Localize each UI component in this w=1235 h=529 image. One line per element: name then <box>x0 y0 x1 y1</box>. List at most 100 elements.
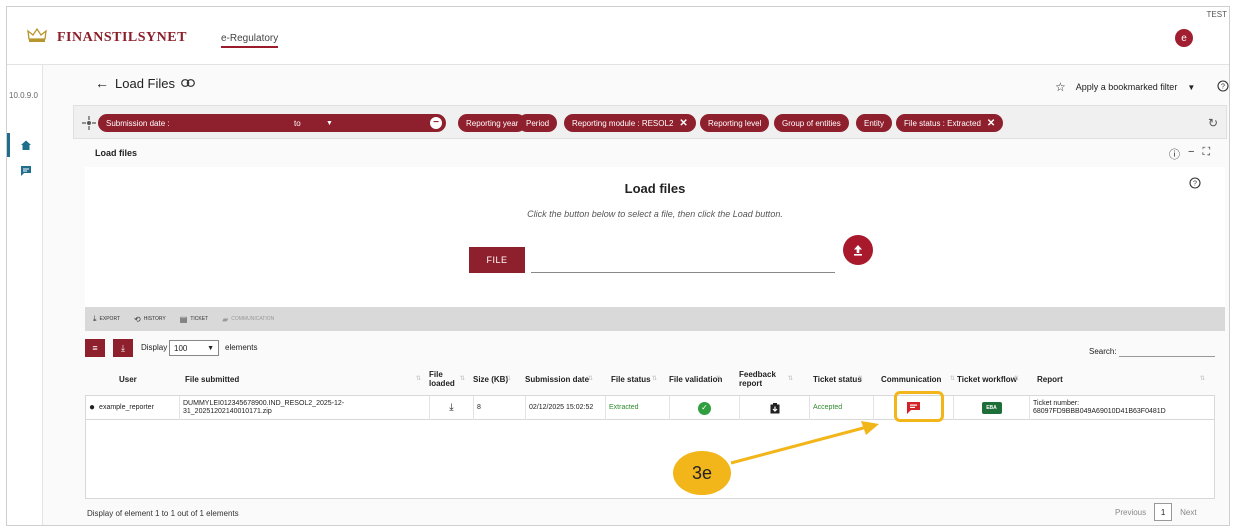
cell-user: ● example_reporter <box>86 396 180 420</box>
search-input[interactable] <box>1119 343 1215 357</box>
ticket-button[interactable]: ▤ Ticket <box>180 315 208 324</box>
remove-filter-icon[interactable]: − <box>430 117 442 129</box>
table-controls: ≡ ⤓ Display 100 ▼ elements Search: <box>85 339 1225 359</box>
refresh-icon[interactable]: ↻ <box>1208 116 1218 130</box>
cell-ticket-status: Accepted <box>810 396 874 420</box>
download-button[interactable]: ⤓ <box>113 339 133 357</box>
brand-name: FINANSTILSYNET <box>57 30 187 45</box>
history-button[interactable]: ⟲ History <box>134 315 166 324</box>
help-icon[interactable]: ? <box>1189 177 1201 189</box>
crown-logo-icon <box>27 27 47 42</box>
table-header: User File submitted ⇅ File loaded ⇅ Size (… <box>85 363 1215 395</box>
chevron-down-icon[interactable]: ▼ <box>1187 83 1195 92</box>
back-arrow-icon[interactable]: ← <box>95 75 109 91</box>
chevron-down-icon: ▼ <box>207 344 214 352</box>
submission-date-label: Submission date : <box>106 118 170 128</box>
column-header-file-status[interactable]: File status ⇅ <box>611 363 659 395</box>
table-row[interactable]: ● example_reporter DUMMYLEI012345678900.… <box>86 396 1214 420</box>
filter-target-icon[interactable] <box>82 116 96 130</box>
download-icon[interactable]: ⤓ <box>449 403 453 413</box>
feedback-report-icon[interactable] <box>770 402 780 414</box>
communication-highlight-box <box>894 391 944 422</box>
check-icon[interactable]: ✓ <box>698 401 711 415</box>
filter-chip-entity[interactable]: Entity <box>856 114 893 132</box>
column-header-user[interactable]: User <box>119 363 179 395</box>
filter-chip-file-status[interactable]: File status : Extracted ✕ <box>896 114 1004 132</box>
submission-date-filter[interactable]: Submission date : to ▼ − <box>98 114 446 132</box>
filter-chip-reporting-module[interactable]: Reporting module : RESOL2 ✕ <box>564 114 696 132</box>
filter-chip-reporting-year[interactable]: Reporting year <box>458 114 527 132</box>
column-header-file-validation[interactable]: File validation ⇅ <box>669 363 723 395</box>
column-header-ticket-workflow[interactable]: Ticket workflow ⇅ <box>957 363 1021 395</box>
filter-bar: Submission date : to ▼ − Reporting year … <box>73 105 1227 139</box>
close-icon[interactable]: ✕ <box>679 118 687 129</box>
close-icon[interactable]: ✕ <box>987 118 995 129</box>
filter-toggle-button[interactable]: ≡ <box>85 339 105 357</box>
filter-chip-group-of-entities[interactable]: Group of entities <box>774 114 849 132</box>
download-icon: ⤓ <box>93 314 97 323</box>
column-header-submission-date[interactable]: Submission date ⇅ <box>525 363 595 395</box>
filter-chip-period[interactable]: Period <box>518 114 558 132</box>
communication-button[interactable]: ▰ Communication <box>222 315 274 324</box>
next-button[interactable]: Next <box>1180 508 1196 517</box>
bookmark-filter-select[interactable]: Apply a bookmarked filter <box>1076 82 1178 92</box>
help-icon[interactable]: ⓘ <box>1169 146 1180 162</box>
caret-down-icon[interactable]: ▼ <box>326 120 333 127</box>
page-1-button[interactable]: 1 <box>1154 503 1173 521</box>
ticket-icon: ▤ <box>179 314 188 324</box>
column-header-ticket-status[interactable]: Ticket status ⇅ <box>813 363 865 395</box>
svg-text:?: ? <box>1221 84 1225 91</box>
help-icon[interactable]: ? <box>1217 80 1229 92</box>
page-header: ← Load Files <box>95 75 195 91</box>
page-size-select[interactable]: 100 ▼ <box>169 340 219 356</box>
table-body: ● example_reporter DUMMYLEI012345678900.… <box>85 391 1215 499</box>
user-avatar[interactable]: e <box>1175 29 1193 47</box>
cell-file-submitted: DUMMYLEI012345678900.IND_RESOL2_2025-12-… <box>180 396 430 420</box>
version-label: 10.0.9.0 <box>9 91 38 100</box>
cell-ticket-workflow: EBA <box>954 396 1030 420</box>
star-icon[interactable]: ☆ <box>1055 80 1066 94</box>
minimize-icon[interactable]: − <box>1188 146 1194 162</box>
bookmark-filter[interactable]: ☆ Apply a bookmarked filter ▼ <box>1055 80 1195 94</box>
panel-title: Load files <box>95 148 138 158</box>
home-icon[interactable] <box>20 139 32 151</box>
export-button[interactable]: ⤓ Export <box>93 314 120 324</box>
user-icon: ● <box>89 402 96 413</box>
column-header-file-submitted[interactable]: File submitted ⇅ <box>185 363 423 395</box>
download-icon: ⤓ <box>121 342 125 353</box>
active-indicator <box>7 133 10 157</box>
cell-file-validation: ✓ <box>670 396 740 420</box>
elements-label: elements <box>225 343 258 352</box>
filter-lines-icon: ≡ <box>92 343 98 353</box>
cell-report: Ticket number: 68097FD9BBB049A69010D41B6… <box>1033 400 1166 415</box>
panel-tools: ⓘ − ⛶ <box>1169 146 1210 162</box>
link-icon[interactable] <box>181 79 195 87</box>
app-name-tab[interactable]: e-Regulatory <box>221 33 279 48</box>
cell-size: 8 <box>474 396 526 420</box>
display-label: Display <box>141 343 168 352</box>
cell-file-loaded: ⤓ <box>430 396 474 420</box>
cell-file-status: Extracted <box>606 396 670 420</box>
upload-icon <box>854 244 862 256</box>
column-header-report[interactable]: Report ⇅ <box>1037 363 1207 395</box>
column-header-size[interactable]: Size (KB) ⇅ <box>473 363 513 395</box>
column-header-file-loaded[interactable]: File loaded ⇅ <box>429 363 467 395</box>
cell-submission-date: 02/12/2025 15:02:52 <box>526 396 606 420</box>
left-rail <box>7 65 43 525</box>
chat-icon: ▰ <box>222 314 229 324</box>
to-label: to <box>294 118 301 128</box>
file-path-input[interactable] <box>531 249 835 273</box>
column-header-feedback-report[interactable]: Feedback report ⇅ <box>739 363 795 395</box>
table-toolbar: ⤓ Export ⟲ History ▤ Ticket ▰ Communication <box>85 307 1225 331</box>
app-window: FINANSTILSYNET e-Regulatory TEST e 10.0.… <box>6 6 1230 526</box>
expand-icon[interactable]: ⛶ <box>1202 146 1210 162</box>
chat-icon[interactable] <box>20 165 32 177</box>
filter-chip-reporting-level[interactable]: Reporting level <box>700 114 770 132</box>
svg-text:?: ? <box>1193 181 1197 188</box>
upload-button[interactable] <box>843 235 873 265</box>
previous-button[interactable]: Previous <box>1115 508 1146 517</box>
eba-workflow-badge[interactable]: EBA <box>981 402 1002 414</box>
upload-title: Load files <box>624 181 686 196</box>
file-select-button[interactable]: FILE <box>469 247 525 273</box>
search-label: Search: <box>1089 347 1117 356</box>
